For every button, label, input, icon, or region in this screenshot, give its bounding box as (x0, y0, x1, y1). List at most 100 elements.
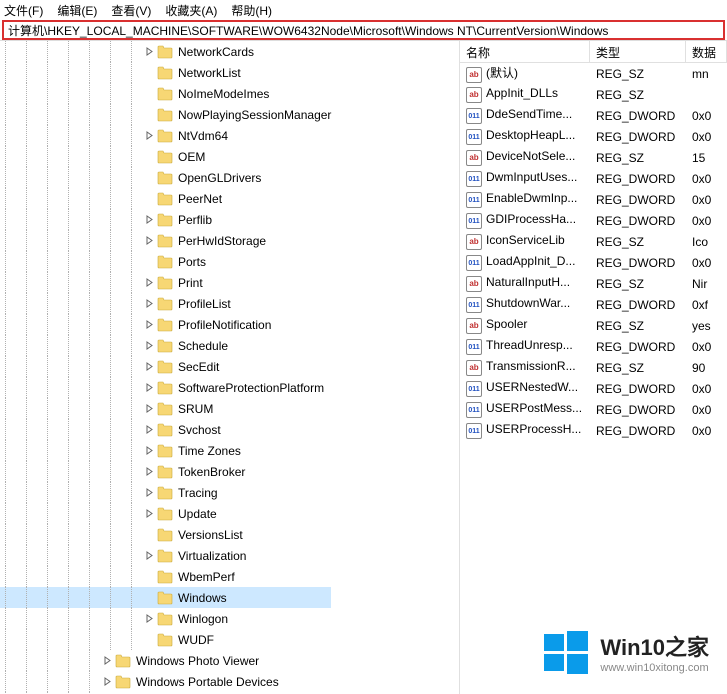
tree-item[interactable]: SoftwareProtectionPlatform (0, 377, 331, 398)
tree-item[interactable]: Update (0, 503, 331, 524)
value-row[interactable]: 011USERProcessH...REG_DWORD0x0 (460, 420, 727, 441)
value-row[interactable]: abSpoolerREG_SZyes (460, 315, 727, 336)
chevron-right-icon[interactable] (142, 461, 156, 482)
tree-item[interactable]: ProfileList (0, 293, 331, 314)
tree-guide (37, 440, 58, 461)
chevron-right-icon[interactable] (142, 545, 156, 566)
tree-guide (121, 125, 142, 146)
tree-item[interactable]: ProfileNotification (0, 314, 331, 335)
chevron-right-icon[interactable] (142, 230, 156, 251)
tree-item[interactable]: NoImeModeImes (0, 83, 331, 104)
value-row[interactable]: 011USERNestedW...REG_DWORD0x0 (460, 378, 727, 399)
chevron-right-icon[interactable] (142, 482, 156, 503)
value-row[interactable]: 011ShutdownWar...REG_DWORD0xf (460, 294, 727, 315)
tree-item[interactable]: Virtualization (0, 545, 331, 566)
header-name[interactable]: 名称 (460, 41, 590, 62)
chevron-right-icon[interactable] (142, 146, 156, 167)
value-row[interactable]: ab(默认)REG_SZmn (460, 63, 727, 84)
tree-item[interactable]: Svchost (0, 419, 331, 440)
registry-tree[interactable]: NetworkCardsNetworkListNoImeModeImesNowP… (0, 41, 460, 694)
chevron-right-icon[interactable] (142, 272, 156, 293)
tree-item[interactable]: NtVdm64 (0, 125, 331, 146)
chevron-right-icon[interactable] (100, 650, 114, 671)
tree-item[interactable]: Windows (0, 587, 331, 608)
chevron-right-icon[interactable] (142, 209, 156, 230)
tree-item[interactable]: OpenGLDrivers (0, 167, 331, 188)
tree-guide (0, 587, 16, 608)
value-row[interactable]: abDeviceNotSele...REG_SZ15 (460, 147, 727, 168)
tree-item[interactable]: NetworkList (0, 62, 331, 83)
header-data[interactable]: 数据 (686, 41, 727, 62)
tree-item[interactable]: SRUM (0, 398, 331, 419)
chevron-right-icon[interactable] (142, 293, 156, 314)
menu-favorites[interactable]: 收藏夹(A) (165, 2, 217, 19)
value-row[interactable]: abNaturalInputH...REG_SZNir (460, 273, 727, 294)
chevron-right-icon[interactable] (142, 356, 156, 377)
chevron-right-icon[interactable] (142, 167, 156, 188)
tree-item-label: Winlogon (178, 612, 228, 626)
chevron-right-icon[interactable] (142, 104, 156, 125)
tree-item[interactable]: NetworkCards (0, 41, 331, 62)
tree-item[interactable]: PeerNet (0, 188, 331, 209)
value-row[interactable]: abTransmissionR...REG_SZ90 (460, 357, 727, 378)
tree-guide (121, 62, 142, 83)
tree-item[interactable]: Windows Portable Devices (0, 671, 331, 692)
chevron-right-icon[interactable] (142, 314, 156, 335)
tree-item[interactable]: Time Zones (0, 440, 331, 461)
tree-item[interactable]: Perflib (0, 209, 331, 230)
chevron-right-icon[interactable] (142, 62, 156, 83)
chevron-right-icon[interactable] (142, 629, 156, 650)
value-type: REG_DWORD (590, 340, 686, 354)
header-type[interactable]: 类型 (590, 41, 686, 62)
chevron-right-icon[interactable] (142, 125, 156, 146)
chevron-right-icon[interactable] (142, 188, 156, 209)
chevron-right-icon[interactable] (142, 251, 156, 272)
chevron-right-icon[interactable] (142, 587, 156, 608)
value-row[interactable]: 011LoadAppInit_D...REG_DWORD0x0 (460, 252, 727, 273)
tree-item[interactable]: NowPlayingSessionManager (0, 104, 331, 125)
tree-item[interactable]: WUDF (0, 629, 331, 650)
tree-item[interactable]: SecEdit (0, 356, 331, 377)
value-row[interactable]: abIconServiceLibREG_SZIco (460, 231, 727, 252)
tree-item[interactable]: Windows Photo Viewer (0, 650, 331, 671)
chevron-right-icon[interactable] (142, 41, 156, 62)
chevron-right-icon[interactable] (142, 83, 156, 104)
value-type: REG_DWORD (590, 424, 686, 438)
value-row[interactable]: 011GDIProcessHa...REG_DWORD0x0 (460, 210, 727, 231)
tree-item[interactable]: OEM (0, 146, 331, 167)
value-row[interactable]: 011ThreadUnresp...REG_DWORD0x0 (460, 336, 727, 357)
tree-item[interactable]: PerHwIdStorage (0, 230, 331, 251)
value-row[interactable]: 011DdeSendTime...REG_DWORD0x0 (460, 105, 727, 126)
value-row[interactable]: 011USERPostMess...REG_DWORD0x0 (460, 399, 727, 420)
chevron-right-icon[interactable] (100, 671, 114, 692)
tree-item[interactable]: WbemPerf (0, 566, 331, 587)
value-row[interactable]: 011DesktopHeapL...REG_DWORD0x0 (460, 126, 727, 147)
value-row[interactable]: 011EnableDwmInp...REG_DWORD0x0 (460, 189, 727, 210)
chevron-right-icon[interactable] (142, 566, 156, 587)
value-row[interactable]: 011DwmInputUses...REG_DWORD0x0 (460, 168, 727, 189)
chevron-right-icon[interactable] (142, 335, 156, 356)
menu-file[interactable]: 文件(F) (4, 2, 43, 19)
menu-edit[interactable]: 编辑(E) (57, 2, 97, 19)
value-row[interactable]: abAppInit_DLLsREG_SZ (460, 84, 727, 105)
chevron-right-icon[interactable] (142, 503, 156, 524)
tree-item[interactable]: Winlogon (0, 608, 331, 629)
menu-help[interactable]: 帮助(H) (231, 2, 272, 19)
tree-item[interactable]: Schedule (0, 335, 331, 356)
chevron-right-icon[interactable] (142, 524, 156, 545)
chevron-right-icon[interactable] (142, 419, 156, 440)
tree-item[interactable]: Print (0, 272, 331, 293)
tree-item-label: Windows Photo Viewer (136, 654, 259, 668)
menu-view[interactable]: 查看(V) (111, 2, 151, 19)
tree-item[interactable]: VersionsList (0, 524, 331, 545)
values-header[interactable]: 名称 类型 数据 (460, 41, 727, 63)
chevron-right-icon[interactable] (142, 377, 156, 398)
tree-item[interactable]: Tracing (0, 482, 331, 503)
chevron-right-icon[interactable] (142, 608, 156, 629)
chevron-right-icon[interactable] (142, 398, 156, 419)
address-bar[interactable]: 计算机\HKEY_LOCAL_MACHINE\SOFTWARE\WOW6432N… (2, 20, 725, 40)
chevron-right-icon[interactable] (142, 440, 156, 461)
tree-item[interactable]: TokenBroker (0, 461, 331, 482)
tree-item[interactable]: Ports (0, 251, 331, 272)
tree-guide (0, 482, 16, 503)
